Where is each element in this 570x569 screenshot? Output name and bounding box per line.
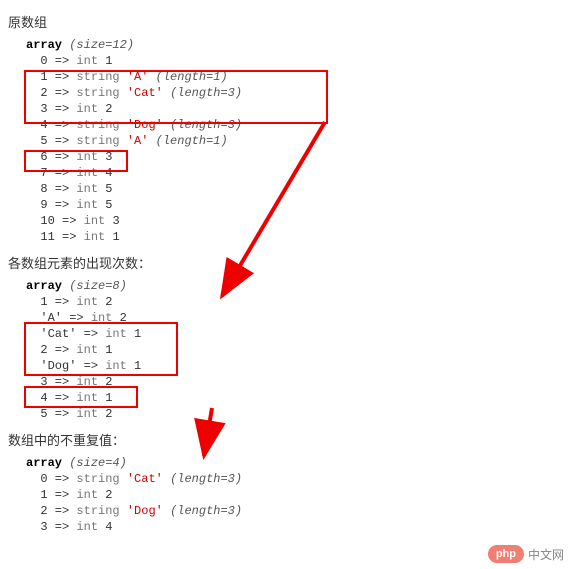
section-title-2: 各数组元素的出现次数： xyxy=(8,253,562,272)
brand-text: 中文网 xyxy=(528,546,564,563)
brand-pill: php xyxy=(488,545,524,563)
array-dump-3: array (size=4) 0 => string 'Cat' (length… xyxy=(26,455,562,535)
section-title-3: 数组中的不重复值： xyxy=(8,430,562,449)
array-dump-2: array (size=8) 1 => int 2 'A' => int 2 '… xyxy=(26,278,562,422)
brand-watermark: php 中文网 xyxy=(488,545,564,563)
section-title-1: 原数组 xyxy=(8,12,562,31)
array-dump-1: array (size=12) 0 => int 1 1 => string '… xyxy=(26,37,562,245)
